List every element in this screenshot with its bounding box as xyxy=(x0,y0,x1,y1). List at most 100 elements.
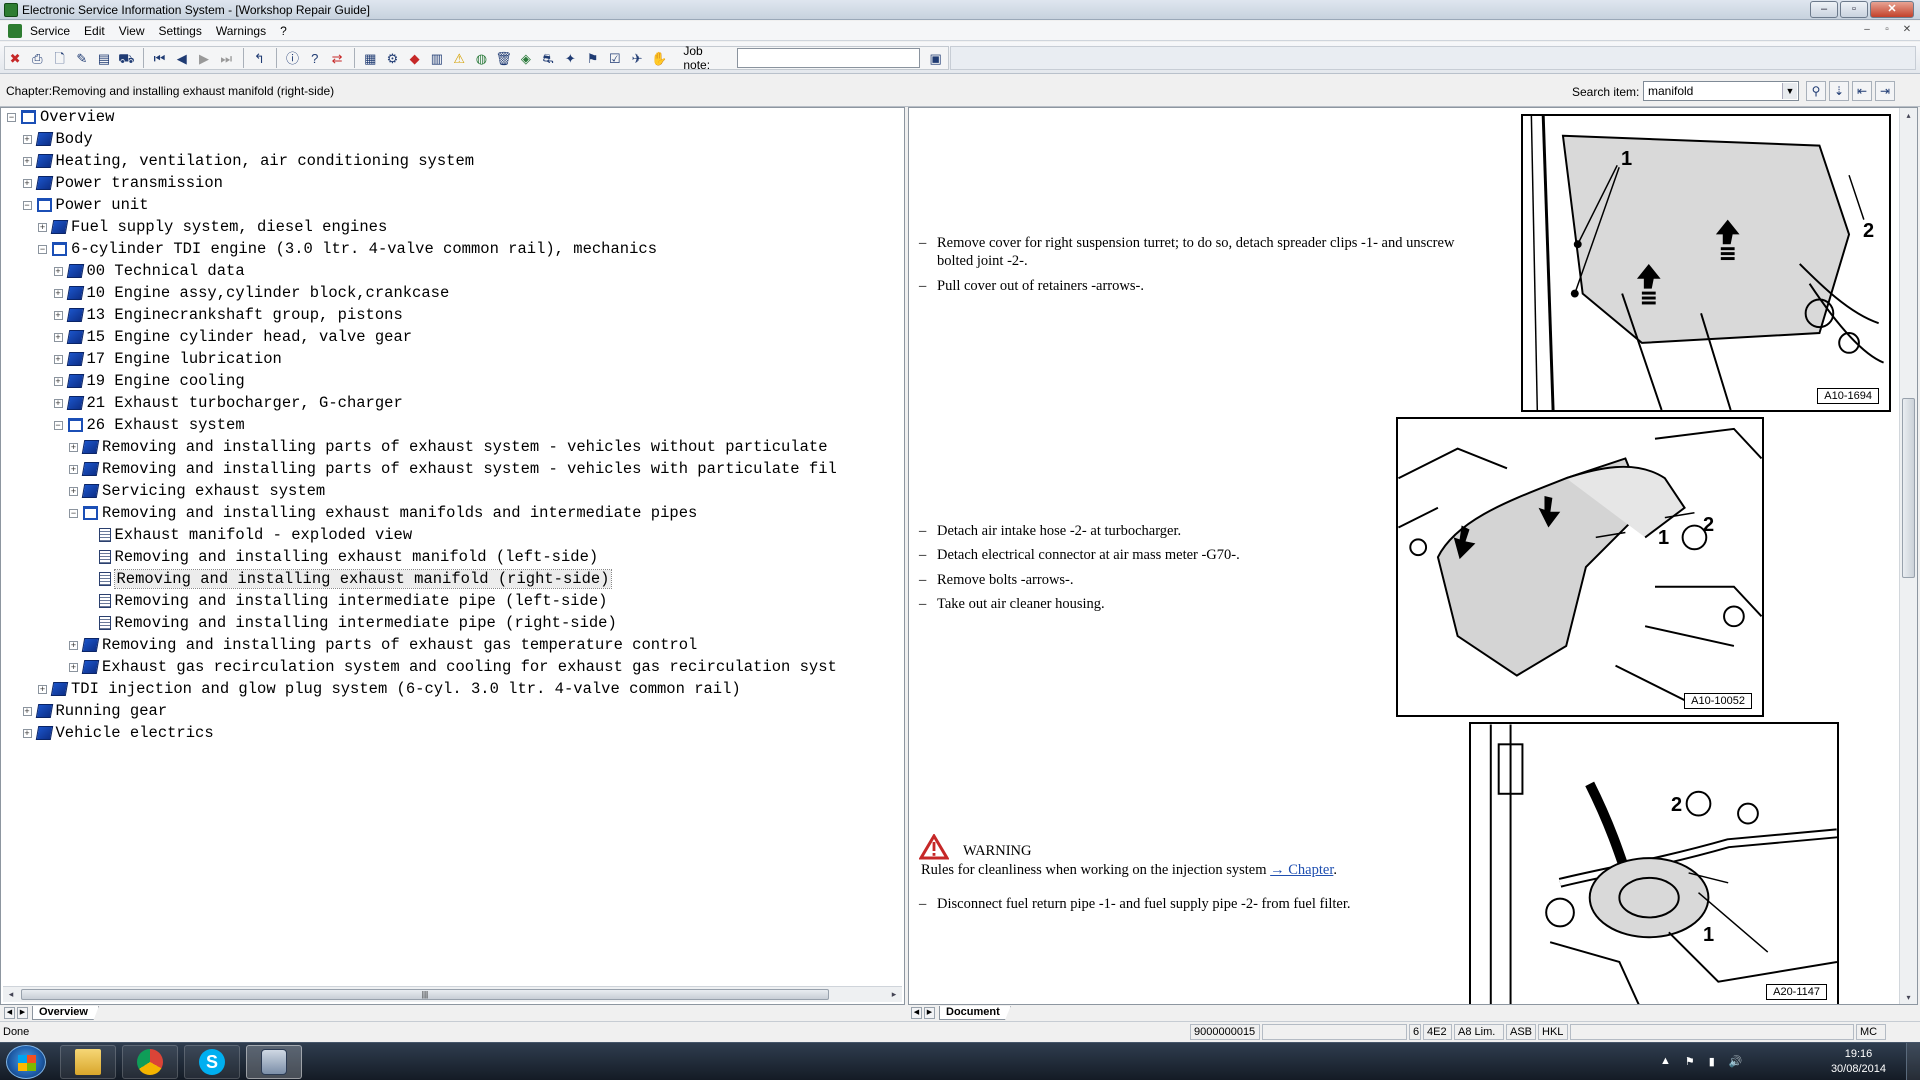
tree-item[interactable]: + Body xyxy=(1,128,904,150)
tree-item[interactable]: +21 Exhaust turbocharger, G-charger xyxy=(1,392,904,414)
expand-icon[interactable]: + xyxy=(38,684,47,694)
expand-icon[interactable]: + xyxy=(38,222,47,232)
menu-warnings[interactable]: Warnings xyxy=(216,24,266,38)
hint-icon[interactable]: ✋ xyxy=(649,48,669,69)
tree-item[interactable]: + Removing and installing parts of exhaus… xyxy=(1,634,904,656)
mdi-minimize-button[interactable]: – xyxy=(1858,23,1876,38)
collapse-icon[interactable]: − xyxy=(38,244,47,254)
tree-item[interactable]: + Exhaust gas recirculation system and co… xyxy=(1,656,904,678)
show-desktop-button[interactable] xyxy=(1906,1043,1920,1080)
tree-item[interactable]: + Heating, ventilation, air conditioning … xyxy=(1,150,904,172)
tree-item[interactable]: Exhaust manifold - exploded view xyxy=(1,524,904,546)
expand-icon[interactable]: + xyxy=(53,266,63,276)
chevron-down-icon[interactable]: ▼ xyxy=(1782,83,1797,99)
tree-item[interactable]: + TDI injection and glow plug system (6-c… xyxy=(1,678,904,700)
exit-icon[interactable]: ✖ xyxy=(5,48,25,69)
tree-item[interactable]: Removing and installing intermediate pip… xyxy=(1,612,904,634)
scrollbar-thumb[interactable] xyxy=(1902,398,1915,578)
expand-right-icon[interactable]: ⇥ xyxy=(1875,81,1895,101)
expand-icon[interactable]: + xyxy=(53,398,63,408)
job-note-button-icon[interactable]: ▣ xyxy=(926,48,946,69)
info-icon[interactable]: ⓘ xyxy=(282,48,302,69)
tab-prev-icon[interactable]: ◀ xyxy=(911,1007,922,1019)
expand-icon[interactable]: + xyxy=(53,332,63,342)
start-button[interactable] xyxy=(6,1045,46,1079)
expand-icon[interactable]: + xyxy=(22,178,32,188)
tree-item[interactable]: +00 Technical data xyxy=(1,260,904,282)
menu-settings[interactable]: Settings xyxy=(159,24,202,38)
tree-item[interactable]: − Removing and installing exhaust manifol… xyxy=(1,502,904,524)
vertical-scrollbar[interactable]: ▴ ▾ xyxy=(1899,108,1917,1004)
network-icon[interactable]: ▮ xyxy=(1709,1055,1715,1068)
warning-icon[interactable]: ⚠ xyxy=(449,48,469,69)
mdi-close-button[interactable]: ✕ xyxy=(1898,23,1916,38)
globe-icon[interactable]: ◍ xyxy=(471,48,491,69)
search-binoculars-icon[interactable]: ⚲ xyxy=(1806,81,1826,101)
bin-icon[interactable]: 🗑 xyxy=(494,48,514,69)
new-document-icon[interactable]: 🗋 xyxy=(49,48,69,69)
print-icon[interactable]: ⎙ xyxy=(27,48,47,69)
tree-item[interactable]: Removing and installing exhaust manifold… xyxy=(1,568,904,590)
tree-item[interactable]: Removing and installing exhaust manifold… xyxy=(1,546,904,568)
taskbar-skype[interactable]: S xyxy=(184,1045,240,1079)
minimize-button[interactable]: – xyxy=(1810,1,1838,18)
collapse-icon[interactable]: − xyxy=(53,420,63,430)
tree-item[interactable]: +15 Engine cylinder head, valve gear xyxy=(1,326,904,348)
expand-icon[interactable]: + xyxy=(22,156,32,166)
expand-icon[interactable]: + xyxy=(22,134,32,144)
next-icon[interactable]: ▶ xyxy=(194,48,214,69)
swap-icon[interactable]: ⇄ xyxy=(327,48,347,69)
tree-item[interactable]: − Overview xyxy=(1,108,904,128)
module-5-icon[interactable]: ◈ xyxy=(516,48,536,69)
back-to-top-icon[interactable]: ↰ xyxy=(249,48,269,69)
edit-document-icon[interactable]: ✎ xyxy=(72,48,92,69)
expand-icon[interactable]: + xyxy=(53,288,63,298)
collapse-left-icon[interactable]: ⇤ xyxy=(1852,81,1872,101)
scroll-right-icon[interactable]: ▸ xyxy=(887,988,901,1001)
help-icon[interactable]: ? xyxy=(305,48,325,69)
menu-service[interactable]: Service xyxy=(30,24,70,38)
tree-item[interactable]: + Servicing exhaust system xyxy=(1,480,904,502)
tree-item[interactable]: + Vehicle electrics xyxy=(1,722,904,744)
tree-item[interactable]: +13 Enginecrankshaft group, pistons xyxy=(1,304,904,326)
vehicle-icon[interactable]: ⛟ xyxy=(116,48,136,69)
taskbar-explorer[interactable] xyxy=(60,1045,116,1079)
tree-item[interactable]: − 26 Exhaust system xyxy=(1,414,904,436)
job-note-input[interactable] xyxy=(736,48,920,68)
module-6-icon[interactable]: ✦ xyxy=(560,48,580,69)
scrollbar-thumb[interactable]: ||| xyxy=(21,989,829,1000)
collapse-icon[interactable]: − xyxy=(22,200,32,210)
action-center-icon[interactable]: ⚑ xyxy=(1685,1055,1695,1068)
horizontal-scrollbar[interactable]: ◂ ||| ▸ xyxy=(3,986,902,1002)
expand-icon[interactable]: + xyxy=(69,662,78,672)
tree-item[interactable]: + Removing and installing parts of exhaus… xyxy=(1,458,904,480)
scroll-down-icon[interactable]: ▾ xyxy=(1902,991,1915,1004)
menu-edit[interactable]: Edit xyxy=(84,24,105,38)
expand-icon[interactable]: + xyxy=(69,640,78,650)
tab-overview[interactable]: Overview xyxy=(32,1006,99,1020)
close-button[interactable]: ✕ xyxy=(1870,1,1914,18)
expand-icon[interactable]: + xyxy=(53,376,63,386)
tab-next-icon[interactable]: ▶ xyxy=(17,1007,28,1019)
expand-icon[interactable]: + xyxy=(53,310,63,320)
expand-icon[interactable]: + xyxy=(22,706,32,716)
module-2-icon[interactable]: ⚙ xyxy=(382,48,402,69)
tab-document[interactable]: Document xyxy=(939,1006,1011,1020)
tree-item[interactable]: + Removing and installing parts of exhaus… xyxy=(1,436,904,458)
tree-item[interactable]: + Running gear xyxy=(1,700,904,722)
tab-prev-icon[interactable]: ◀ xyxy=(4,1007,15,1019)
tree-item[interactable]: Removing and installing intermediate pip… xyxy=(1,590,904,612)
last-page-icon[interactable]: ⏭ xyxy=(216,48,236,69)
mdi-restore-button[interactable]: ▫ xyxy=(1878,23,1896,38)
collapse-icon[interactable]: − xyxy=(69,508,78,518)
search-item-select[interactable]: manifold ▼ xyxy=(1643,81,1799,101)
tree-item[interactable]: + Fuel supply system, diesel engines xyxy=(1,216,904,238)
collapse-icon[interactable]: − xyxy=(7,112,16,122)
chapter-link[interactable]: → Chapter xyxy=(1270,862,1333,878)
module-3-icon[interactable]: ◆ xyxy=(405,48,425,69)
tab-next-icon[interactable]: ▶ xyxy=(924,1007,935,1019)
tree-item[interactable]: − Power unit xyxy=(1,194,904,216)
scroll-up-icon[interactable]: ▴ xyxy=(1902,109,1915,123)
expand-icon[interactable]: + xyxy=(69,442,78,452)
job-icon[interactable]: ▤ xyxy=(94,48,114,69)
